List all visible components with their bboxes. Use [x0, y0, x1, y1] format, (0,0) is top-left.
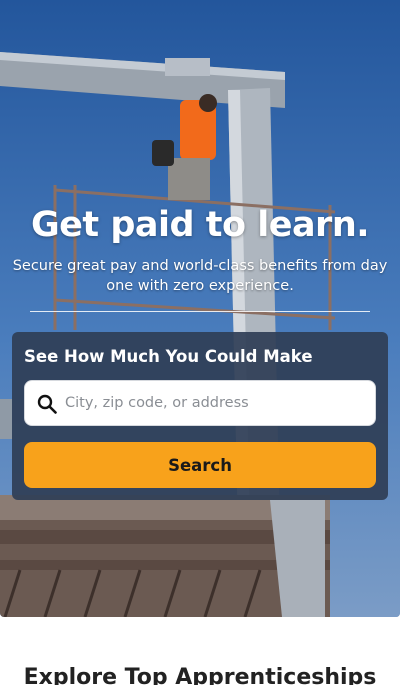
location-search-box[interactable] [24, 380, 376, 426]
explore-section-title: Explore Top Apprenticeships [23, 665, 377, 685]
hero-headline: Get paid to learn. [30, 205, 370, 245]
hero-divider [30, 311, 370, 312]
hero-background-photo [0, 0, 400, 617]
search-icon [37, 394, 57, 414]
pay-search-title: See How Much You Could Make [24, 347, 313, 366]
pay-search-card: See How Much You Could Make Search [12, 332, 388, 500]
location-search-input[interactable] [65, 381, 365, 425]
search-button[interactable]: Search [24, 442, 376, 488]
hero-banner: Get paid to learn. Secure great pay and … [0, 0, 400, 617]
hero-subhead: Secure great pay and world-class benefit… [12, 258, 388, 294]
